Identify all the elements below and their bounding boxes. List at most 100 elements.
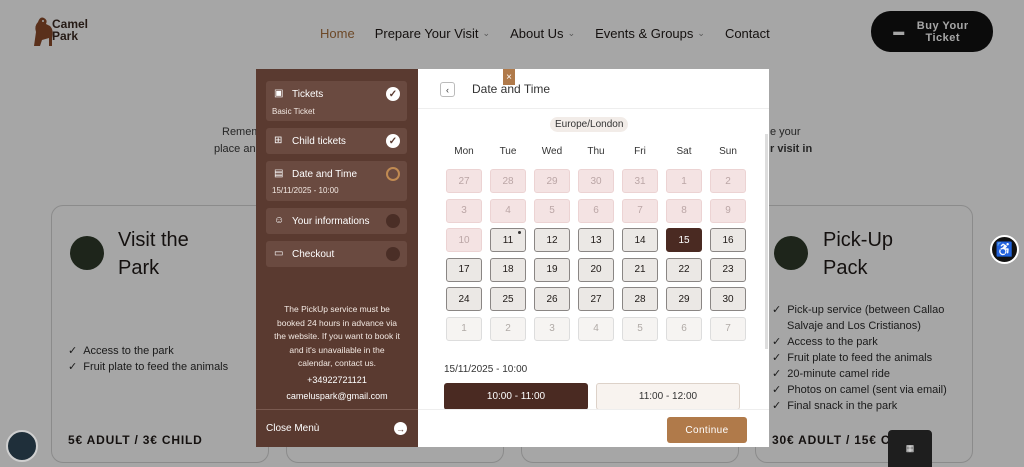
close-icon[interactable]: × xyxy=(503,69,515,85)
calendar-day[interactable]: 23 xyxy=(710,257,746,282)
calendar-day: 31 xyxy=(622,169,658,193)
info-line: The PickUp service must be xyxy=(284,304,390,314)
bag-icon: ▣ xyxy=(274,88,284,99)
calendar-day[interactable]: 18 xyxy=(490,257,526,282)
calendar-day: 1 xyxy=(666,169,702,193)
calendar-day[interactable]: 13 xyxy=(578,228,614,253)
calendar-day-selected[interactable]: 15 xyxy=(666,228,702,253)
plus-square-icon: ⊞ xyxy=(274,135,283,146)
calendar-cell: 20 xyxy=(574,257,618,288)
calendar-cell: 4 xyxy=(486,198,530,229)
calendar-day: 29 xyxy=(534,169,570,193)
calendar-day: 8 xyxy=(666,198,702,223)
empty-circle-icon xyxy=(386,247,400,261)
chat-widget-button[interactable] xyxy=(6,430,38,462)
info-line: calendar, contact us. xyxy=(298,358,376,368)
calendar-cell: 10 xyxy=(442,228,486,258)
step-date-time[interactable]: ▤ Date and Time 15/11/2025 - 10:00 xyxy=(266,161,407,201)
calendar-cell: 1 xyxy=(662,169,706,199)
calendar-day[interactable]: 30 xyxy=(710,287,746,312)
weekday-label: Fri xyxy=(634,146,646,157)
calendar-cell: 16 xyxy=(706,228,750,258)
calendar-cell: 7 xyxy=(706,316,750,347)
check-circle-icon: ✓ xyxy=(386,134,400,148)
language-switcher[interactable]: ▦ xyxy=(888,430,932,467)
calendar-day: 5 xyxy=(622,316,658,341)
calendar-cell: 9 xyxy=(706,198,750,229)
calendar-icon: ▤ xyxy=(274,168,284,179)
booking-modal: ▣ Tickets Basic Ticket ✓ ⊞ Child tickets… xyxy=(256,69,769,447)
calendar-cell: 5 xyxy=(618,316,662,347)
timezone-badge: Europe/London xyxy=(550,117,629,132)
card-icon: ▭ xyxy=(274,248,284,259)
calendar-cell: 29 xyxy=(662,287,706,317)
calendar-day[interactable]: 20 xyxy=(578,257,614,282)
calendar-cell: 23 xyxy=(706,257,750,288)
calendar-day[interactable]: 24 xyxy=(446,287,482,312)
calendar-day[interactable]: 27 xyxy=(578,287,614,312)
calendar-day: 6 xyxy=(666,316,702,341)
close-menu-label: Close Menù xyxy=(266,423,320,434)
weekday-label: Mon xyxy=(454,146,474,157)
calendar-day[interactable]: 21 xyxy=(622,257,658,282)
user-icon: ☺ xyxy=(274,215,285,226)
calendar-day[interactable]: 26 xyxy=(534,287,570,312)
calendar-day: 3 xyxy=(534,316,570,341)
time-slot-11-12[interactable]: 11:00 - 12:00 xyxy=(596,383,740,410)
calendar-cell: 30 xyxy=(574,169,618,199)
step-child-tickets[interactable]: ⊞ Child tickets ✓ xyxy=(266,128,407,154)
panel-footer: Continue xyxy=(418,409,769,447)
check-circle-icon: ✓ xyxy=(386,87,400,101)
calendar-day[interactable]: 11 xyxy=(490,228,526,253)
calendar-day[interactable]: 29 xyxy=(666,287,702,312)
calendar-day[interactable]: 12 xyxy=(534,228,570,253)
date-time-panel: ‹ Date and Time Europe/London Mon Tue Wed T… xyxy=(418,69,769,447)
calendar-cell: 24 xyxy=(442,287,486,317)
continue-button[interactable]: Continue xyxy=(667,417,747,443)
calendar-cell: 6 xyxy=(574,198,618,229)
empty-circle-icon xyxy=(386,214,400,228)
step-your-informations[interactable]: ☺ Your informations xyxy=(266,208,407,234)
calendar-day[interactable]: 17 xyxy=(446,257,482,282)
step-label: Date and Time xyxy=(292,169,358,180)
step-sub: Basic Ticket xyxy=(272,107,315,116)
weekday-label: Sat xyxy=(676,146,692,157)
calendar-day[interactable]: 19 xyxy=(534,257,570,282)
time-slot-10-11[interactable]: 10:00 - 11:00 xyxy=(444,383,588,410)
booking-steps-sidebar: ▣ Tickets Basic Ticket ✓ ⊞ Child tickets… xyxy=(256,69,418,447)
calendar-day: 10 xyxy=(446,228,482,253)
calendar-day: 1 xyxy=(446,316,482,341)
calendar-day: 4 xyxy=(490,198,526,223)
calendar-cell: 30 xyxy=(706,287,750,317)
calendar-day: 7 xyxy=(710,316,746,341)
calendar-day: 7 xyxy=(622,198,658,223)
pickup-info: The PickUp service must be booked 24 hou… xyxy=(264,303,410,404)
calendar-day[interactable]: 25 xyxy=(490,287,526,312)
calendar-cell: 1 xyxy=(442,316,486,347)
back-button[interactable]: ‹ xyxy=(440,82,455,97)
calendar-cell: 2 xyxy=(706,169,750,199)
calendar-cell: 31 xyxy=(618,169,662,199)
calendar-day[interactable]: 14 xyxy=(622,228,658,253)
calendar-day: 3 xyxy=(446,198,482,223)
calendar-cell: 13 xyxy=(574,228,618,258)
contact-phone[interactable]: +34922721121 xyxy=(264,374,410,388)
step-label: Checkout xyxy=(292,249,335,260)
step-sub: 15/11/2025 - 10:00 xyxy=(272,186,339,195)
info-line: and it's unavailable in the xyxy=(289,344,385,355)
calendar-day[interactable]: 28 xyxy=(622,287,658,312)
calendar-day[interactable]: 22 xyxy=(666,257,702,282)
accessibility-button[interactable]: ♿ xyxy=(990,235,1019,264)
calendar-day: 4 xyxy=(578,316,614,341)
step-checkout[interactable]: ▭ Checkout xyxy=(266,241,407,267)
calendar-cell: 27 xyxy=(442,169,486,199)
accessibility-icon: ♿ xyxy=(995,241,1014,257)
calendar-cell: 8 xyxy=(662,198,706,229)
scrollbar[interactable] xyxy=(765,134,768,349)
calendar-cell: 28 xyxy=(618,287,662,317)
step-tickets[interactable]: ▣ Tickets Basic Ticket ✓ xyxy=(266,81,407,121)
contact-email[interactable]: cameluspark@gmail.com xyxy=(264,390,410,404)
close-menu-button[interactable]: Close Menù → xyxy=(266,422,407,435)
progress-circle-icon xyxy=(386,167,400,181)
calendar-day[interactable]: 16 xyxy=(710,228,746,253)
